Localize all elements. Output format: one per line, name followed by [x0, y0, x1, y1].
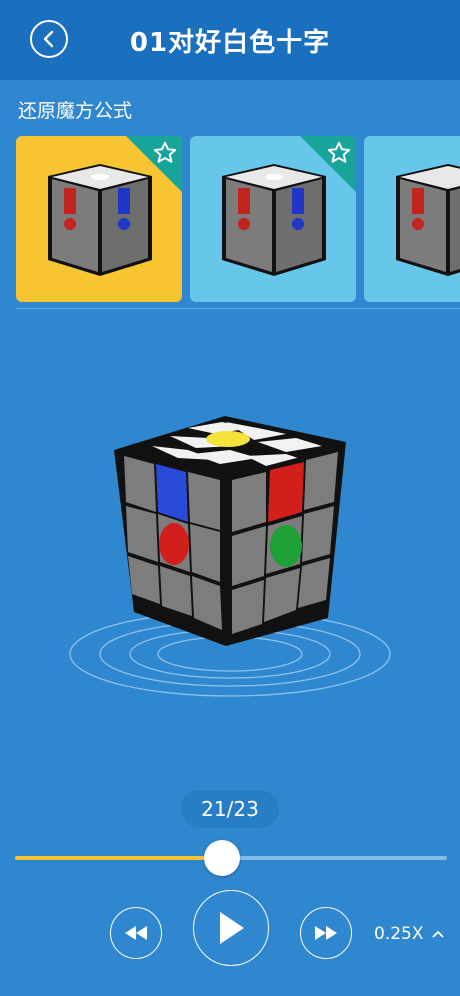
formula-carousel[interactable]	[0, 136, 460, 302]
fast-forward-button[interactable]	[300, 907, 352, 959]
step-counter: 21/23	[181, 790, 279, 828]
cube-thumbnail	[48, 164, 152, 276]
page-title: 01对好白色十字	[129, 28, 331, 58]
progress-slider[interactable]	[15, 840, 447, 876]
divider	[16, 308, 460, 309]
formula-card-1[interactable]	[16, 136, 182, 302]
speed-label: 0.25X	[374, 924, 424, 944]
formula-card-2[interactable]	[190, 136, 356, 302]
right-center-sticker	[270, 525, 302, 567]
fast-forward-icon	[315, 926, 337, 940]
top-center-sticker	[206, 431, 250, 447]
rewind-icon	[125, 926, 147, 940]
slider-thumb[interactable]	[204, 840, 241, 876]
rubiks-cube-3d[interactable]	[60, 410, 400, 710]
progress-fill	[15, 856, 223, 860]
play-button[interactable]	[193, 890, 269, 966]
speed-selector[interactable]: 0.25X	[374, 924, 444, 944]
section-title: 还原魔方公式	[18, 100, 133, 122]
cube-thumbnail	[396, 164, 460, 276]
play-icon	[220, 912, 244, 944]
rewind-button[interactable]	[110, 907, 162, 959]
top-bar: 01对好白色十字	[0, 0, 460, 80]
chevron-up-icon	[432, 930, 444, 938]
left-center-sticker	[159, 523, 189, 565]
cube-thumbnail	[222, 164, 326, 276]
formula-card-3[interactable]	[364, 136, 460, 302]
